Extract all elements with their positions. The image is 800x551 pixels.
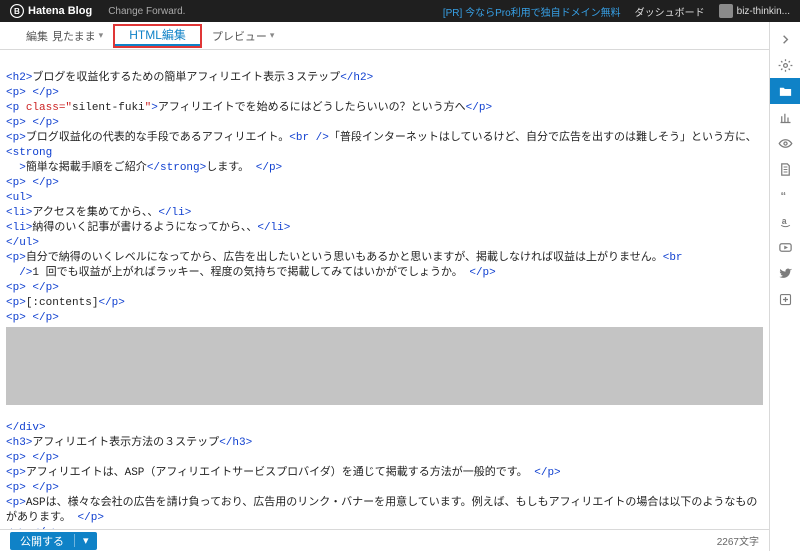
plus-icon[interactable] xyxy=(770,286,800,312)
bottom-bar: 公開する ▾ 2267文字 xyxy=(0,529,769,551)
eye-icon[interactable] xyxy=(770,130,800,156)
user-menu[interactable]: biz-thinkin... xyxy=(719,4,790,18)
brand-logo[interactable]: B Hatena Blog xyxy=(0,4,102,18)
tab-html-edit[interactable]: HTML編集 xyxy=(115,26,200,46)
brand-text: Hatena Blog xyxy=(28,5,92,17)
top-bar: B Hatena Blog Change Forward. [PR] 今ならPr… xyxy=(0,0,800,22)
hatena-icon: B xyxy=(10,4,24,18)
chevron-down-icon[interactable]: ▾ xyxy=(74,534,97,547)
youtube-icon[interactable] xyxy=(770,234,800,260)
html-edit-highlight: HTML編集 xyxy=(113,24,202,48)
preview-dropdown[interactable]: プレビュー ▾ xyxy=(202,22,285,49)
chart-icon[interactable] xyxy=(770,104,800,130)
edit-dropdown[interactable]: 編集 見たまま ▾ xyxy=(16,22,113,49)
chevron-down-icon: ▾ xyxy=(270,30,275,41)
avatar xyxy=(719,4,733,18)
svg-text:B: B xyxy=(14,7,20,16)
chevron-down-icon: ▾ xyxy=(99,30,104,41)
promo-link[interactable]: [PR] 今ならPro利用で独自ドメイン無料 xyxy=(443,4,621,19)
svg-text:a: a xyxy=(781,216,786,226)
amazon-icon[interactable]: a xyxy=(770,208,800,234)
collapsed-block xyxy=(6,327,763,405)
char-count: 2267文字 xyxy=(717,533,759,548)
right-sidebar: “ a xyxy=(769,22,800,551)
gear-icon[interactable] xyxy=(770,52,800,78)
quote-icon[interactable]: “ xyxy=(770,182,800,208)
editor-toolbar: 編集 見たまま ▾ HTML編集 プレビュー ▾ xyxy=(0,22,769,50)
username: biz-thinkin... xyxy=(737,6,790,17)
svg-text:“: “ xyxy=(780,190,786,202)
document-icon[interactable] xyxy=(770,156,800,182)
folder-icon[interactable] xyxy=(770,78,800,104)
brand-tagline: Change Forward. xyxy=(108,6,185,17)
publish-button[interactable]: 公開する ▾ xyxy=(10,532,97,550)
chevron-right-icon[interactable] xyxy=(770,26,800,52)
dashboard-link[interactable]: ダッシュボード xyxy=(635,4,705,19)
html-source-editor[interactable]: <h2>ブログを収益化するための簡単アフィリエイト表示３ステップ</h2> <p… xyxy=(0,50,769,529)
twitter-icon[interactable] xyxy=(770,260,800,286)
